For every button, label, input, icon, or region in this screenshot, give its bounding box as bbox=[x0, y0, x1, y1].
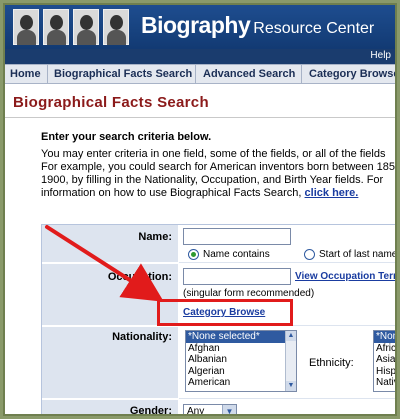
annotation-arrow-icon bbox=[45, 225, 164, 302]
browser-page: Biography Resource Center Help Home Biog… bbox=[3, 3, 397, 416]
